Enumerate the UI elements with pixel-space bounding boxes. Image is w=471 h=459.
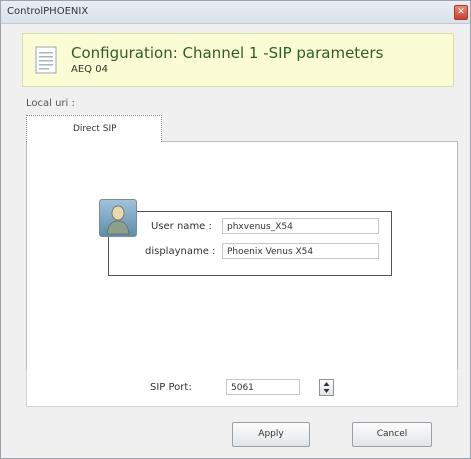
dialog-window: ControlPHOENIX ✕ Configuration: Channel … [0, 0, 471, 459]
apply-button[interactable]: Apply [232, 422, 310, 447]
tab-direct-sip[interactable]: Direct SIP [26, 115, 162, 142]
displayname-label: displayname : [145, 246, 216, 257]
displayname-field[interactable]: Phoenix Venus X54 [222, 243, 379, 259]
sip-port-input[interactable]: 5061 [226, 379, 300, 395]
close-button[interactable]: ✕ [454, 5, 468, 20]
window-title: ControlPHOENIX [7, 6, 89, 17]
page-title: Configuration: Channel 1 -SIP parameters [71, 44, 384, 62]
title-bar[interactable]: ControlPHOENIX ✕ [1, 1, 470, 24]
document-icon [35, 46, 57, 74]
username-field[interactable]: phxvenus_X54 [222, 218, 379, 234]
close-icon: ✕ [457, 7, 465, 17]
sip-port-row: SIP Port: 5061 [26, 369, 458, 407]
user-settings-box: User name : phxvenus_X54 displayname : P… [108, 211, 392, 276]
username-label: User name : [151, 221, 212, 232]
tab-direct-sip-label: Direct SIP [73, 124, 117, 134]
updown-arrows-icon [323, 382, 330, 393]
device-name: AEQ 04 [71, 64, 108, 75]
local-uri-label: Local uri : [26, 98, 75, 109]
header-banner: Configuration: Channel 1 -SIP parameters… [22, 33, 454, 87]
cancel-button[interactable]: Cancel [352, 422, 432, 447]
person-icon [106, 205, 130, 235]
sip-port-stepper[interactable] [319, 379, 334, 396]
sip-port-label: SIP Port: [150, 382, 192, 393]
user-avatar-icon [99, 199, 137, 237]
